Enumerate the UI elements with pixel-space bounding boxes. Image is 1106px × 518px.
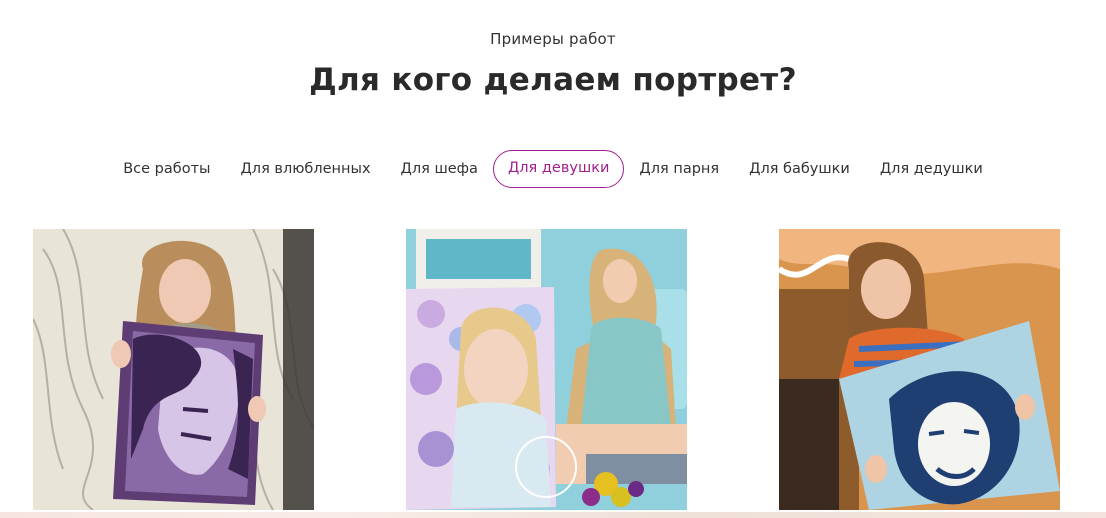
filter-grandfather[interactable]: Для дедушки: [865, 150, 998, 188]
gallery-photo-1[interactable]: [33, 229, 314, 510]
gallery-photo-2[interactable]: [406, 229, 687, 510]
section-title: Для кого делаем портрет?: [309, 62, 797, 98]
bottom-strip: [0, 512, 1106, 518]
gallery-photo-3[interactable]: [779, 229, 1060, 510]
filter-all[interactable]: Все работы: [108, 150, 225, 188]
filter-tabs: Все работы Для влюбленных Для шефа Для д…: [0, 150, 1106, 188]
photo-girl-painted-portrait: [406, 229, 687, 510]
photo-girl-purple-portrait: [33, 229, 314, 510]
filter-couples[interactable]: Для влюбленных: [225, 150, 385, 188]
photo-girl-blue-portrait: [779, 229, 1060, 510]
filter-grandmother[interactable]: Для бабушки: [734, 150, 865, 188]
filter-girlfriend[interactable]: Для девушки: [492, 150, 625, 188]
filter-boyfriend[interactable]: Для парня: [624, 150, 734, 188]
filter-boss[interactable]: Для шефа: [386, 150, 493, 188]
section-eyebrow: Примеры работ: [490, 30, 616, 48]
